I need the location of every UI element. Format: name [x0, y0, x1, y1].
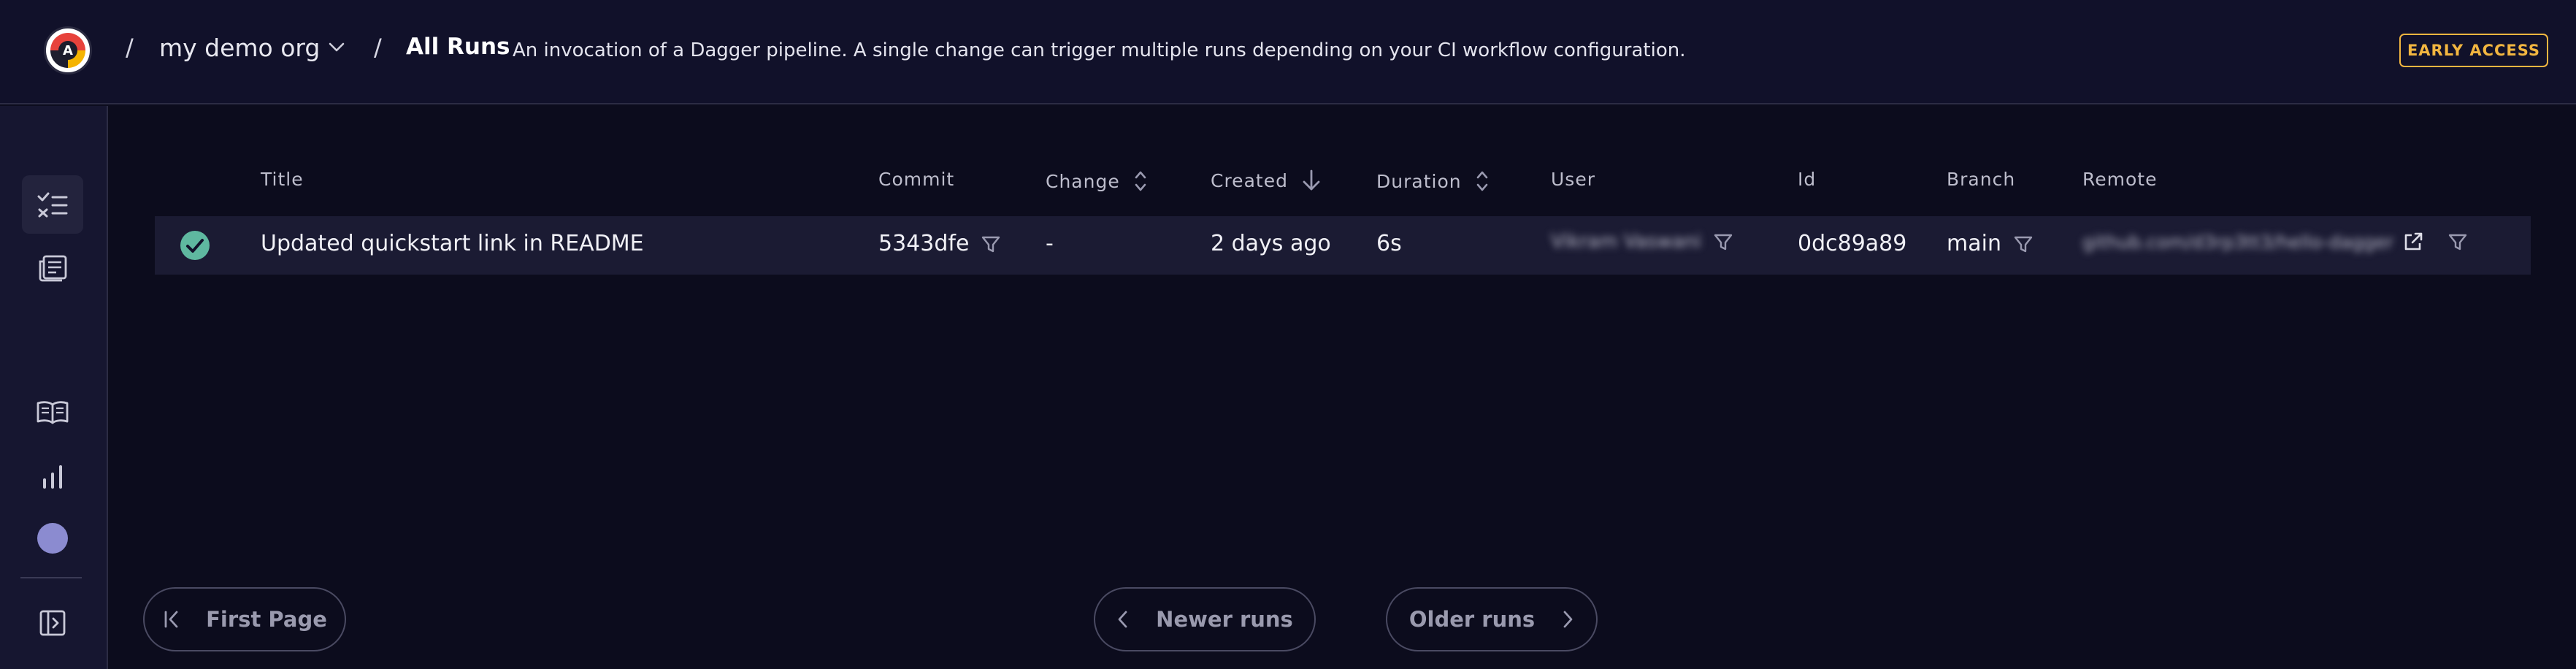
column-label: Remote — [2082, 169, 2158, 190]
sidebar-toggle-icon — [39, 610, 66, 636]
column-header-user: User — [1551, 169, 1595, 190]
run-user: Vikram Vaswani — [1551, 231, 1733, 253]
sidebar-item-profile[interactable] — [22, 509, 83, 567]
run-remote: github.com/d3rp3tt3/hello-dagger — [2082, 231, 2468, 253]
created-value: 2 days ago — [1211, 231, 1331, 256]
newer-runs-label: Newer runs — [1156, 607, 1293, 632]
org-name[interactable]: my demo org — [159, 34, 320, 62]
duration-value: 6s — [1376, 231, 1402, 256]
column-header-branch: Branch — [1947, 169, 2015, 190]
user-name: Vikram Vaswani — [1551, 231, 1701, 253]
logo-letter: A — [58, 41, 77, 60]
older-runs-button[interactable]: Older runs — [1386, 587, 1598, 651]
run-created: 2 days ago — [1211, 231, 1331, 256]
success-check-icon — [180, 231, 210, 260]
branch-value: main — [1947, 231, 2001, 256]
column-label: User — [1551, 169, 1595, 190]
commit-hash: 5343dfe — [878, 231, 970, 256]
top-bar: A / my demo org / All Runs An invocation… — [0, 0, 2576, 104]
run-change: - — [1046, 231, 1054, 256]
run-duration: 6s — [1376, 231, 1402, 256]
column-label: Created — [1211, 169, 1288, 191]
older-runs-label: Older runs — [1408, 607, 1536, 632]
sidebar-item-runs[interactable] — [22, 175, 83, 234]
newer-runs-button[interactable]: Newer runs — [1094, 587, 1316, 651]
column-header-created[interactable]: Created — [1211, 169, 1322, 192]
news-feed-icon — [39, 255, 67, 282]
first-page-label: First Page — [206, 607, 327, 632]
sort-icon[interactable] — [1133, 169, 1148, 194]
page-title: All Runs — [406, 34, 510, 60]
breadcrumb-separator: / — [374, 34, 382, 61]
run-id: 0dc89a89 — [1798, 231, 1906, 256]
dagger-logo[interactable]: A — [44, 26, 92, 74]
run-branch: main — [1947, 231, 2033, 256]
book-open-icon — [37, 401, 69, 424]
sidebar-item-docs[interactable] — [22, 383, 83, 441]
column-label: Duration — [1376, 170, 1462, 192]
chevron-right-icon — [1563, 611, 1573, 628]
sidebar-divider — [20, 577, 82, 578]
sidebar-collapse-button[interactable] — [22, 594, 83, 652]
sort-descending-icon[interactable] — [1301, 169, 1322, 192]
breadcrumb-separator: / — [126, 34, 134, 61]
column-header-change[interactable]: Change — [1046, 169, 1148, 194]
sidebar-item-feed[interactable] — [22, 239, 83, 297]
first-page-button[interactable]: First Page — [143, 587, 346, 651]
runs-list-icon — [37, 192, 68, 218]
filter-icon[interactable] — [2013, 234, 2033, 254]
filter-icon[interactable] — [1713, 232, 1733, 252]
column-header-remote: Remote — [2082, 169, 2157, 190]
chevron-left-icon — [1118, 611, 1127, 628]
bar-chart-icon — [43, 465, 62, 489]
column-header-id: Id — [1798, 169, 1816, 190]
column-header-title: Title — [261, 169, 304, 190]
filter-icon[interactable] — [981, 234, 1001, 254]
column-label: Branch — [1947, 169, 2016, 190]
column-label: Id — [1798, 169, 1817, 190]
run-commit: 5343dfe — [878, 231, 1001, 256]
avatar — [37, 523, 68, 554]
column-label: Change — [1046, 170, 1120, 192]
id-value: 0dc89a89 — [1798, 231, 1907, 256]
filter-icon[interactable] — [2447, 232, 2468, 252]
change-value: - — [1046, 231, 1054, 256]
page-description: An invocation of a Dagger pipeline. A si… — [513, 39, 1686, 61]
external-link-icon[interactable] — [2402, 231, 2424, 253]
sidebar — [0, 106, 108, 669]
run-title-text: Updated quickstart link in README — [261, 231, 644, 256]
column-label: Title — [261, 169, 304, 190]
sidebar-item-insights[interactable] — [22, 448, 83, 506]
column-label: Commit — [878, 169, 955, 190]
column-header-commit: Commit — [878, 169, 954, 190]
sort-icon[interactable] — [1475, 169, 1490, 194]
column-header-duration[interactable]: Duration — [1376, 169, 1490, 194]
chevron-down-icon[interactable] — [327, 41, 346, 54]
run-title[interactable]: Updated quickstart link in README — [261, 231, 644, 256]
first-page-icon — [164, 611, 178, 628]
remote-url[interactable]: github.com/d3rp3tt3/hello-dagger — [2082, 232, 2393, 253]
early-access-badge: EARLY ACCESS — [2399, 34, 2548, 67]
